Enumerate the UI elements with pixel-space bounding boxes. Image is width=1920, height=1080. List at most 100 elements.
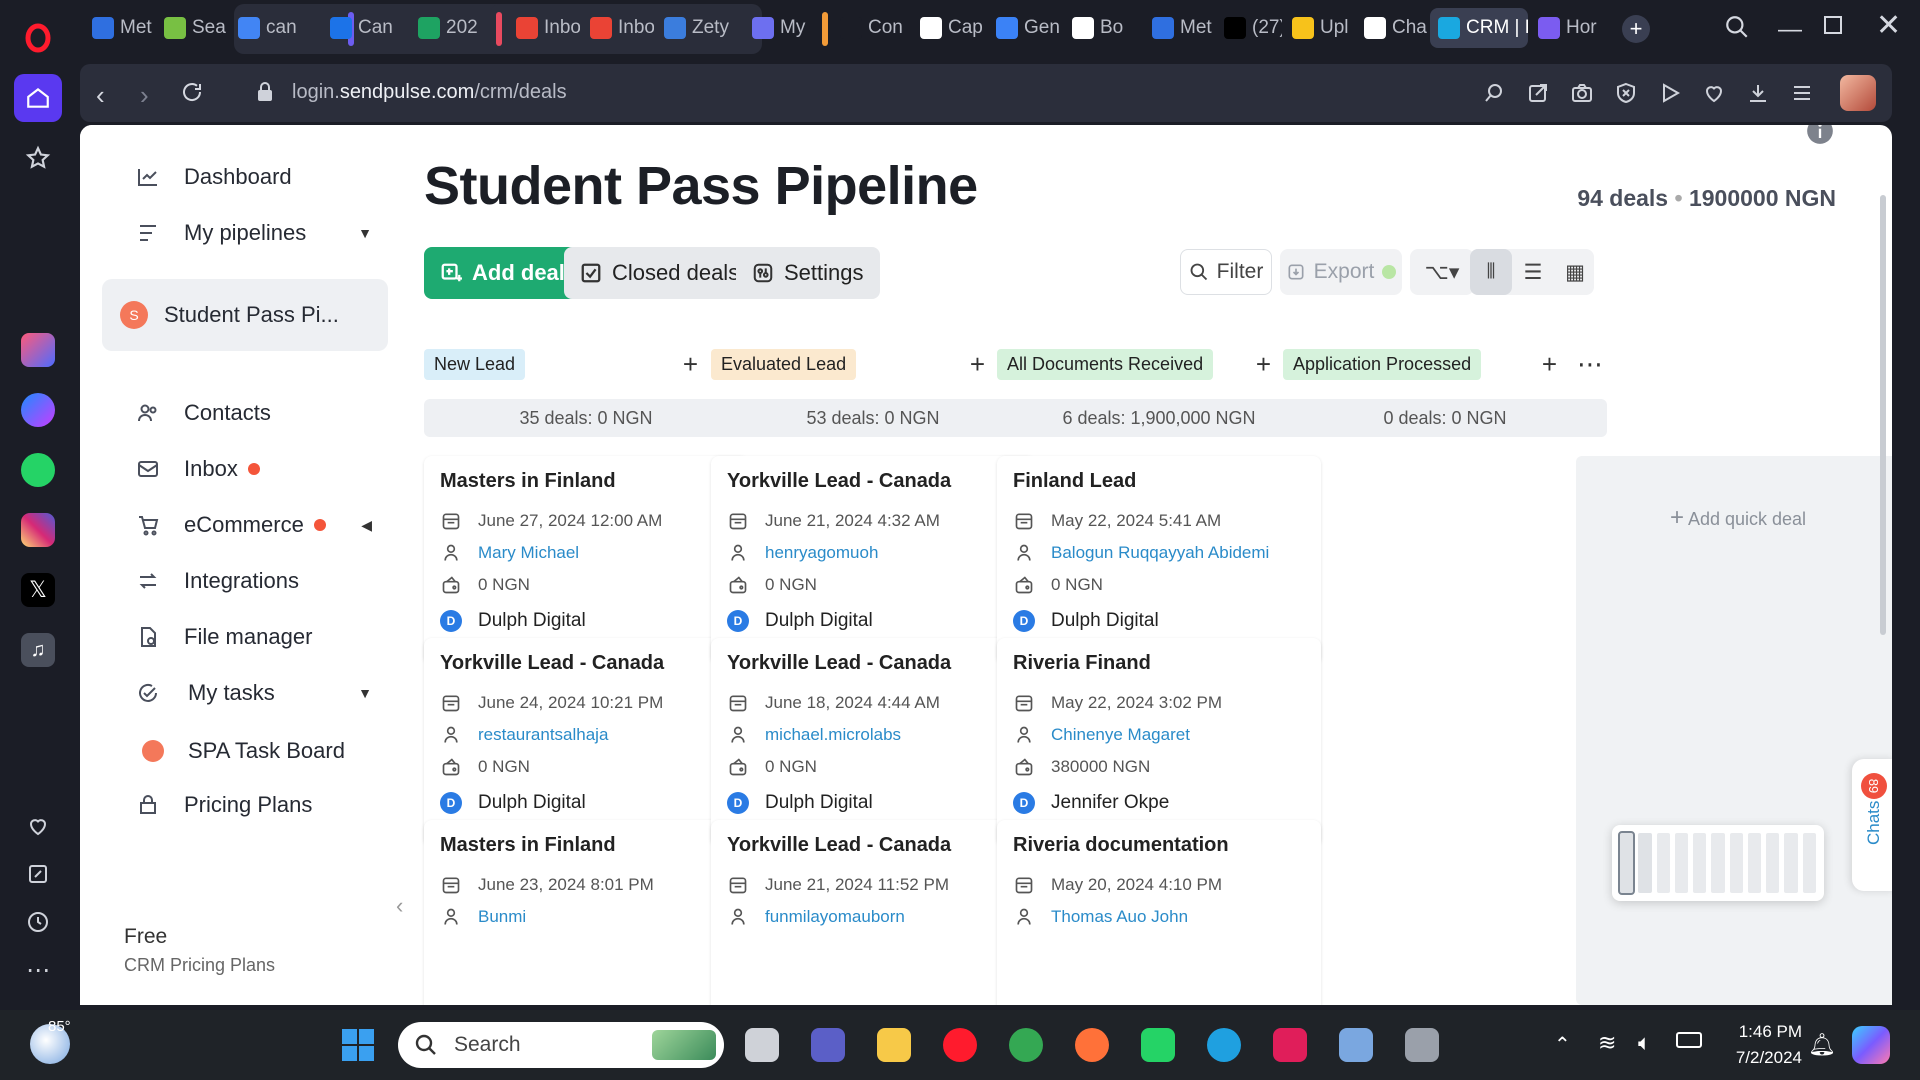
flow-icon[interactable] bbox=[1658, 81, 1682, 105]
more-icon[interactable]: ⋯ bbox=[14, 946, 62, 994]
deal-card[interactable]: Yorkville Lead - Canada June 24, 2024 10:… bbox=[424, 638, 748, 846]
forward-button[interactable]: › bbox=[140, 80, 149, 111]
closed-deals-button[interactable]: Closed deals bbox=[564, 247, 756, 299]
nav-my-pipelines[interactable]: My pipelines ▼ bbox=[102, 205, 388, 261]
deal-contact-link[interactable]: restaurantsalhaja bbox=[478, 725, 608, 745]
firefox-icon[interactable] bbox=[1072, 1025, 1112, 1065]
nav-pricing-plans[interactable]: Pricing Plans bbox=[102, 777, 388, 833]
heart-icon[interactable] bbox=[14, 802, 62, 850]
nav-student-pass-pipeline[interactable]: S Student Pass Pi... bbox=[102, 279, 388, 351]
browser-tab[interactable]: Met bbox=[1144, 8, 1214, 48]
messenger-icon[interactable] bbox=[14, 386, 62, 434]
x-twitter-icon[interactable]: 𝕏 bbox=[14, 566, 62, 614]
music-player-icon[interactable]: ♫ bbox=[14, 626, 62, 674]
deal-contact-link[interactable]: Balogun Ruqqayyah Abidemi bbox=[1051, 543, 1269, 563]
browser-tab[interactable]: Inbo bbox=[582, 8, 654, 48]
add-icon[interactable]: + bbox=[683, 349, 698, 380]
history-icon[interactable] bbox=[14, 898, 62, 946]
settings-icon[interactable] bbox=[1402, 1025, 1442, 1065]
volume-icon[interactable]: 🔈︎ bbox=[1638, 1030, 1651, 1056]
whatsapp-icon[interactable] bbox=[1138, 1025, 1178, 1065]
browser-tab[interactable]: CRM | D bbox=[1430, 8, 1528, 48]
deal-card[interactable]: Riveria documentation May 20, 2024 4:10 P… bbox=[997, 820, 1321, 1005]
nav-my-tasks[interactable]: My tasks ▼ bbox=[102, 665, 388, 721]
browser-tab[interactable]: can bbox=[230, 8, 318, 48]
back-button[interactable]: ‹ bbox=[96, 80, 105, 111]
restore-button[interactable] bbox=[1824, 16, 1842, 34]
add-deal-button[interactable]: Add deal bbox=[424, 247, 581, 299]
task-view-icon[interactable] bbox=[742, 1025, 782, 1065]
slack-icon[interactable] bbox=[1270, 1025, 1310, 1065]
edit-icon[interactable] bbox=[14, 850, 62, 898]
browser-tab[interactable]: Met bbox=[84, 8, 154, 48]
browser-tab[interactable]: Can bbox=[322, 8, 406, 48]
deal-card[interactable]: Yorkville Lead - Canada June 18, 2024 4:4… bbox=[711, 638, 1035, 846]
instagram-icon[interactable] bbox=[14, 506, 62, 554]
browser-tab[interactable]: Cap bbox=[912, 8, 986, 48]
stage-label[interactable]: Evaluated Lead bbox=[711, 348, 857, 380]
browser-tab[interactable]: Upl bbox=[1284, 8, 1354, 48]
browser-tab[interactable]: Cha bbox=[1356, 8, 1428, 48]
aria-icon[interactable] bbox=[14, 326, 62, 374]
deal-contact-link[interactable]: Mary Michael bbox=[478, 543, 579, 563]
deal-card[interactable]: Yorkville Lead - Canada June 21, 2024 4:3… bbox=[711, 456, 1035, 664]
deal-contact-link[interactable]: Thomas Auo John bbox=[1051, 907, 1188, 927]
deal-card[interactable]: Masters in Finland June 23, 2024 8:01 PM B… bbox=[424, 820, 748, 1005]
edge-icon[interactable] bbox=[1204, 1025, 1244, 1065]
minimize-button[interactable]: — bbox=[1778, 16, 1802, 44]
deal-contact-link[interactable]: Bunmi bbox=[478, 907, 526, 927]
pricing-plans-link[interactable]: CRM Pricing Plans bbox=[124, 955, 275, 976]
nav-contacts[interactable]: Contacts bbox=[102, 385, 388, 441]
start-button[interactable] bbox=[338, 1025, 378, 1065]
info-icon[interactable] bbox=[1806, 125, 1834, 145]
chats-widget[interactable]: 89 Chats bbox=[1852, 759, 1892, 891]
nav-ecommerce[interactable]: eCommerce ◀ bbox=[102, 497, 388, 553]
browser-tab[interactable]: Hor bbox=[1530, 8, 1600, 48]
profile-avatar[interactable] bbox=[1840, 75, 1876, 111]
deal-contact-link[interactable]: michael.microlabs bbox=[765, 725, 901, 745]
add-icon[interactable]: + bbox=[1542, 349, 1557, 380]
add-icon[interactable]: + bbox=[1256, 349, 1271, 380]
adblock-icon[interactable] bbox=[1614, 81, 1638, 105]
lens-icon[interactable] bbox=[1482, 81, 1506, 105]
notification-bell-icon[interactable]: 🔔︎ bbox=[1808, 1032, 1836, 1058]
close-window-button[interactable]: ✕ bbox=[1876, 8, 1901, 43]
nav-inbox[interactable]: Inbox bbox=[102, 441, 388, 497]
stage-label[interactable]: All Documents Received bbox=[997, 348, 1214, 380]
teams-icon[interactable] bbox=[808, 1025, 848, 1065]
browser-tab[interactable]: (27) bbox=[1216, 8, 1282, 48]
star-icon[interactable] bbox=[14, 134, 62, 182]
nav-file-manager[interactable]: File manager bbox=[102, 609, 388, 665]
opera-logo-icon[interactable] bbox=[14, 14, 62, 62]
filter-button[interactable]: Filter bbox=[1180, 249, 1272, 295]
activity-app-icon[interactable] bbox=[1336, 1025, 1376, 1065]
deal-contact-link[interactable]: funmilayomauborn bbox=[765, 907, 905, 927]
battery-icon[interactable] bbox=[1676, 1032, 1702, 1048]
settings-button[interactable]: Settings bbox=[736, 247, 880, 299]
nav-spa-task-board[interactable]: SPA Task Board bbox=[102, 723, 388, 779]
stage-label[interactable]: New Lead bbox=[424, 348, 526, 380]
browser-tab[interactable]: Con bbox=[832, 8, 908, 48]
nav-dashboard[interactable]: Dashboard bbox=[102, 149, 388, 205]
url-field[interactable]: login.sendpulse.com/crm/deals bbox=[292, 81, 567, 104]
deal-card[interactable]: Masters in Finland June 27, 2024 12:00 AM… bbox=[424, 456, 748, 664]
export-button[interactable]: Export bbox=[1280, 249, 1402, 295]
list-view-button[interactable]: ☰ bbox=[1512, 249, 1554, 295]
chrome-icon[interactable] bbox=[1006, 1025, 1046, 1065]
reload-icon[interactable] bbox=[180, 80, 204, 104]
calendar-view-button[interactable]: ▦ bbox=[1554, 249, 1596, 295]
file-explorer-icon[interactable] bbox=[874, 1025, 914, 1065]
browser-tab[interactable]: Gen bbox=[988, 8, 1062, 48]
browser-tab[interactable]: 202 bbox=[410, 8, 502, 48]
camera-icon[interactable] bbox=[1570, 81, 1594, 105]
easy-setup-icon[interactable] bbox=[1790, 81, 1814, 105]
search-tabs-icon[interactable] bbox=[1724, 14, 1750, 40]
more-options-icon[interactable]: ⋯ bbox=[1577, 349, 1603, 380]
deal-contact-link[interactable]: henryagomuoh bbox=[765, 543, 878, 563]
deal-card[interactable]: Riveria Finand May 22, 2024 3:02 PM Chinen… bbox=[997, 638, 1321, 846]
new-tab-button[interactable]: + bbox=[1622, 15, 1650, 43]
clock[interactable]: 1:46 PM 7/2/2024 bbox=[1730, 1022, 1802, 1068]
whatsapp-icon[interactable] bbox=[14, 446, 62, 494]
deal-contact-link[interactable]: Chinenye Magaret bbox=[1051, 725, 1190, 745]
stage-label[interactable]: Application Processed bbox=[1283, 348, 1482, 380]
